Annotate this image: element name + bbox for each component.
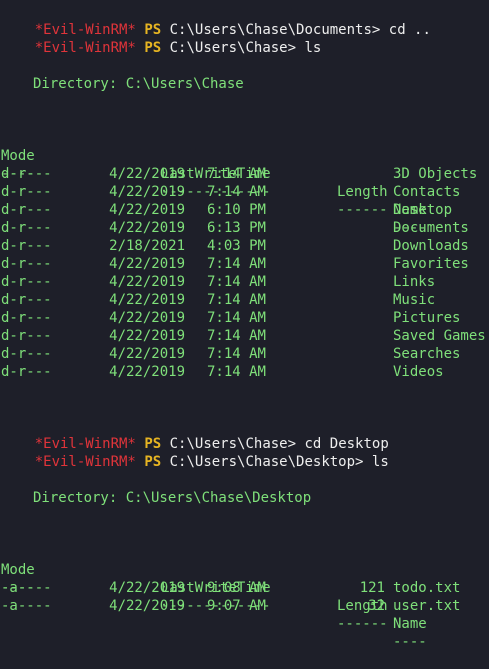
row-date: 4/22/2019 [109,202,185,218]
prompt-command: cd .. [388,22,431,38]
row-name: todo.txt [393,580,461,596]
row-mode: -a---- [1,598,52,614]
prompt-tag: *Evil-WinRM* [34,40,136,56]
row-mode: d-r--- [1,346,52,362]
row-mode: d-r--- [1,166,52,182]
row-date: 2/18/2021 [109,238,185,254]
row-name: Searches [393,346,461,362]
row-length: 121 [359,580,385,596]
listing-row: d-r--- 4/22/2019 7:14 AM Videos [0,363,489,381]
row-mode: d-r--- [1,328,52,344]
row-name: Videos [393,364,444,380]
row-mode: d-r--- [1,220,52,236]
prompt-command: ls [371,454,389,470]
listing-row: d-r--- 4/22/2019 6:13 PM Documents [0,219,489,237]
prompt-ps: PS [144,40,162,56]
listing-row: d-r--- 4/22/2019 7:14 AM Favorites [0,255,489,273]
listing-row: d-r--- 4/22/2019 7:14 AM Saved Games [0,327,489,345]
row-time: 7:14 AM [206,184,266,200]
row-name: Contacts [393,184,461,200]
listing-row: d-r--- 4/22/2019 7:14 AM Links [0,273,489,291]
row-date: 4/22/2019 [109,166,185,182]
row-time: 6:13 PM [206,220,266,236]
prompt-command: ls [304,40,322,56]
row-name: Downloads [393,238,469,254]
row-time: 7:14 AM [206,328,266,344]
row-time: 7:14 AM [206,166,266,182]
listing-row: d-r--- 4/22/2019 6:10 PM Desktop [0,201,489,219]
row-name: Favorites [393,256,469,272]
row-date: 4/22/2019 [109,364,185,380]
header-name: Name [393,616,427,632]
row-time: 6:10 PM [206,202,266,218]
row-name: Links [393,274,436,290]
listing-row: d-r--- 4/22/2019 7:14 AM Pictures [0,309,489,327]
prompt-path: C:\Users\Chase> [169,40,297,56]
underline-length: ------ [337,616,388,632]
row-mode: d-r--- [1,256,52,272]
row-time: 7:14 AM [206,310,266,326]
row-time: 9:08 AM [206,580,266,596]
row-date: 4/22/2019 [109,328,185,344]
listing-row: -a---- 4/22/2019 9:08 AM 121 todo.txt [0,579,489,597]
row-time: 7:14 AM [206,256,266,272]
row-time: 7:14 AM [206,274,266,290]
row-name: Saved Games [393,328,486,344]
row-name: Music [393,292,436,308]
prompt-line-4: *Evil-WinRM* PS C:\Users\Chase\Desktop> … [1,435,389,470]
row-date: 4/22/2019 [109,310,185,326]
row-mode: -a---- [1,580,52,596]
row-date: 4/22/2019 [109,346,185,362]
prompt-tag: *Evil-WinRM* [34,454,136,470]
row-name: user.txt [393,598,461,614]
listing-row: d-r--- 4/22/2019 7:14 AM Contacts [0,183,489,201]
listing-row: d-r--- 4/22/2019 7:14 AM Searches [0,345,489,363]
row-name: 3D Objects [393,166,478,182]
row-time: 7:14 AM [206,364,266,380]
row-date: 4/22/2019 [109,598,185,614]
prompt-line-3: *Evil-WinRM* PS C:\Users\Chase> cd Deskt… [1,417,389,452]
row-mode: d-r--- [1,310,52,326]
row-time: 7:14 AM [206,292,266,308]
directory-heading: Directory: C:\Users\Chase\Desktop [33,490,312,506]
prompt-line-2: *Evil-WinRM* PS C:\Users\Chase> ls [1,21,322,56]
prompt-ps: PS [144,454,162,470]
row-date: 4/22/2019 [109,292,185,308]
prompt-line-1: *Evil-WinRM* PS C:\Users\Chase\Documents… [1,3,431,38]
row-date: 4/22/2019 [109,580,185,596]
row-length: 32 [368,598,385,614]
listing-underline-row: ---- ------------- ------ ---- [0,561,489,650]
listing-row: -a---- 4/22/2019 9:07 AM 32 user.txt [0,597,489,615]
row-time: 4:03 PM [206,238,266,254]
row-date: 4/22/2019 [109,256,185,272]
row-mode: d-r--- [1,202,52,218]
row-name: Documents [393,220,469,236]
row-mode: d-r--- [1,292,52,308]
row-mode: d-r--- [1,238,52,254]
listing-row: d-r--- 2/18/2021 4:03 PM Downloads [0,237,489,255]
row-date: 4/22/2019 [109,274,185,290]
row-time: 7:14 AM [206,346,266,362]
listing-row: d-r--- 4/22/2019 7:14 AM 3D Objects [0,165,489,183]
row-mode: d-r--- [1,274,52,290]
directory-heading: Directory: C:\Users\Chase [33,76,244,92]
underline-name: ---- [393,634,427,650]
row-time: 9:07 AM [206,598,266,614]
listing-underline-row: ---- ------------- ------ ---- [0,147,489,236]
listing-header-row: Mode LastWriteTime Length Name [0,129,489,218]
listing-header-row: Mode LastWriteTime Length Name [0,543,489,632]
row-name: Pictures [393,310,461,326]
row-date: 4/22/2019 [109,184,185,200]
terminal-window[interactable]: *Evil-WinRM* PS C:\Users\Chase\Documents… [0,0,489,650]
row-name: Desktop [393,202,453,218]
row-mode: d-r--- [1,184,52,200]
row-date: 4/22/2019 [109,220,185,236]
prompt-path: C:\Users\Chase\Desktop> [169,454,364,470]
listing-row: d-r--- 4/22/2019 7:14 AM Music [0,291,489,309]
row-mode: d-r--- [1,364,52,380]
